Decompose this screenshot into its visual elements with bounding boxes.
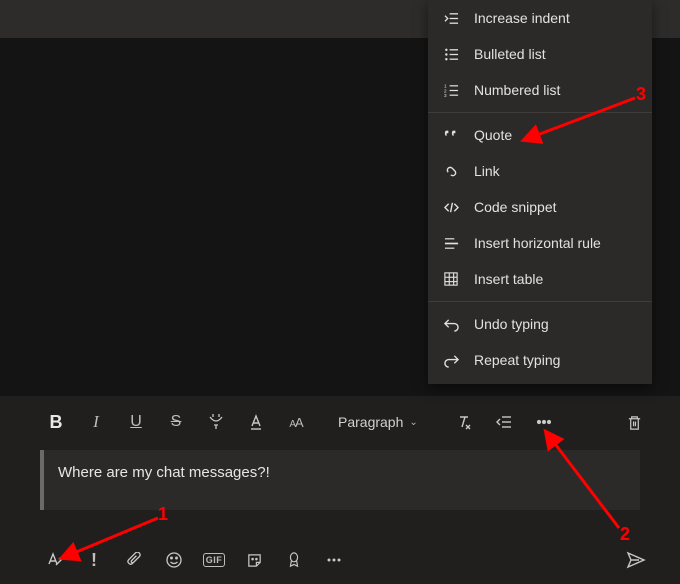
italic-button[interactable]: I (76, 402, 116, 442)
hr-icon (442, 236, 460, 251)
menu-undo[interactable]: Undo typing (428, 306, 652, 342)
menu-insert-table[interactable]: Insert table (428, 261, 652, 297)
menu-label: Increase indent (474, 10, 570, 26)
bold-button[interactable]: B (36, 402, 76, 442)
menu-label: Numbered list (474, 82, 560, 98)
clear-formatting-button[interactable] (444, 402, 484, 442)
format-toolbar: B I U S AA Paragraph ⌄ (0, 400, 680, 444)
quote-icon (442, 128, 460, 142)
menu-separator (428, 112, 652, 113)
priority-button[interactable]: ! (74, 542, 114, 578)
message-input[interactable]: Where are my chat messages?! (40, 450, 640, 510)
more-options-button[interactable] (524, 402, 564, 442)
message-text: Where are my chat messages?! (58, 464, 270, 481)
menu-redo[interactable]: Repeat typing (428, 342, 652, 378)
redo-icon (442, 353, 460, 368)
praise-button[interactable] (274, 542, 314, 578)
delete-button[interactable] (614, 402, 654, 442)
compose-area: B I U S AA Paragraph ⌄ (0, 396, 680, 584)
menu-label: Insert table (474, 271, 543, 287)
menu-horizontal-rule[interactable]: Insert horizontal rule (428, 225, 652, 261)
menu-label: Bulleted list (474, 46, 546, 62)
menu-separator (428, 301, 652, 302)
svg-text:3: 3 (444, 93, 447, 98)
format-toggle-button[interactable] (34, 542, 74, 578)
underline-button[interactable]: U (116, 402, 156, 442)
highlight-button[interactable] (196, 402, 236, 442)
menu-label: Undo typing (474, 316, 549, 332)
gif-label: GIF (203, 553, 226, 567)
menu-link[interactable]: Link (428, 153, 652, 189)
gif-button[interactable]: GIF (194, 542, 234, 578)
menu-numbered-list[interactable]: 123 Numbered list (428, 72, 652, 108)
font-color-button[interactable] (236, 402, 276, 442)
paragraph-label: Paragraph (338, 414, 403, 430)
menu-label: Link (474, 163, 500, 179)
table-icon (442, 272, 460, 286)
menu-label: Insert horizontal rule (474, 235, 601, 251)
sticker-button[interactable] (234, 542, 274, 578)
menu-label: Repeat typing (474, 352, 560, 368)
chevron-down-icon: ⌄ (409, 417, 417, 428)
menu-code-snippet[interactable]: Code snippet (428, 189, 652, 225)
emoji-button[interactable] (154, 542, 194, 578)
menu-increase-indent[interactable]: Increase indent (428, 0, 652, 36)
attach-button[interactable] (114, 542, 154, 578)
decrease-indent-button[interactable] (484, 402, 524, 442)
undo-icon (442, 317, 460, 332)
font-size-button[interactable]: AA (276, 402, 316, 442)
compose-bottom-bar: ! GIF (0, 536, 680, 584)
menu-bulleted-list[interactable]: Bulleted list (428, 36, 652, 72)
menu-quote[interactable]: Quote (428, 117, 652, 153)
paragraph-style-dropdown[interactable]: Paragraph ⌄ (328, 402, 428, 442)
numbered-list-icon: 123 (442, 83, 460, 98)
bulleted-list-icon (442, 47, 460, 62)
more-format-menu: Increase indent Bulleted list 123 Number… (428, 0, 652, 384)
code-icon (442, 200, 460, 215)
link-icon (442, 164, 460, 179)
send-button[interactable] (616, 542, 656, 578)
increase-indent-icon (442, 11, 460, 26)
more-apps-button[interactable] (314, 542, 354, 578)
strikethrough-button[interactable]: S (156, 402, 196, 442)
menu-label: Code snippet (474, 199, 557, 215)
menu-label: Quote (474, 127, 512, 143)
